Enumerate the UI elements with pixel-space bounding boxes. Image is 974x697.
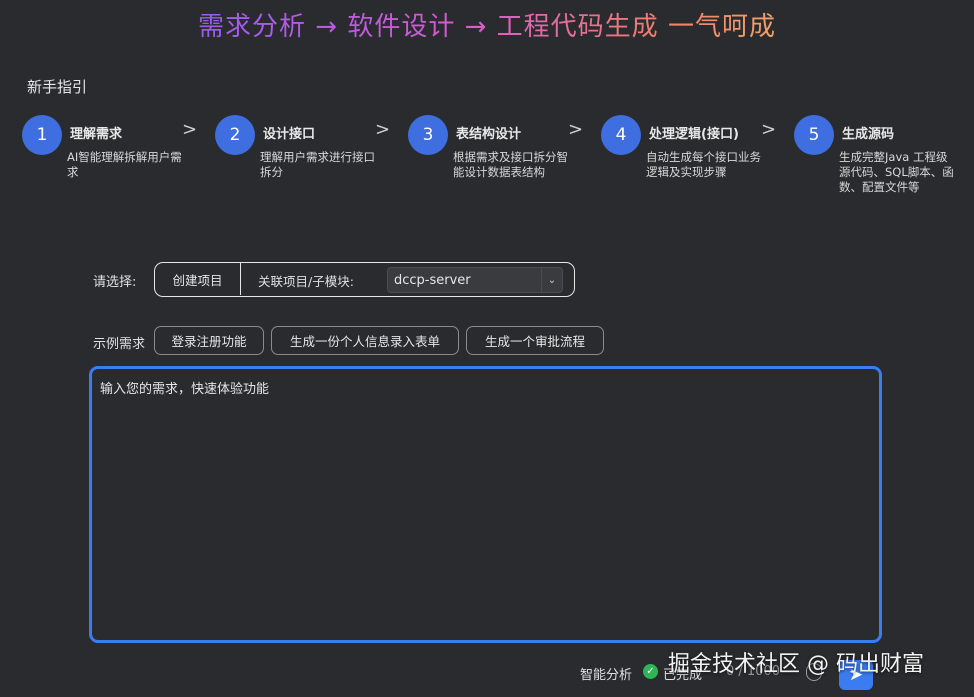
step-description: AI智能理解拆解用户需求 [67,150,182,179]
requirement-placeholder: 输入您的需求，快速体验功能 [100,382,270,397]
step-title: 表结构设计 [456,127,522,142]
step-description: 根据需求及接口拆分智能设计数据表结构 [453,150,568,179]
step-title: 理解需求 [70,127,123,142]
check-circle-icon: ✓ [643,664,658,679]
step-separator-icon: > [182,119,198,140]
watermark: 掘金技术社区 @ 码出财富 [668,652,924,677]
step-description: 生成完整Java 工程级源代码、SQL脚本、函数、配置文件等 [839,150,954,194]
module-select[interactable]: dccp-server ⌄ [387,267,563,293]
step-title: 处理逻辑(接口) [649,127,739,142]
step-description: 理解用户需求进行接口拆分 [260,150,375,179]
example-chip-form[interactable]: 生成一份个人信息录入表单 [271,326,459,355]
example-chip-login[interactable]: 登录注册功能 [154,326,264,355]
step-title: 设计接口 [263,127,316,142]
step-separator-icon: > [568,119,584,140]
select-label: 请选择: [93,275,137,290]
guide-title: 新手指引 [27,78,88,96]
module-select-value: dccp-server [394,273,471,288]
step-number: 2 [215,115,255,155]
requirement-input[interactable]: 输入您的需求，快速体验功能 [89,366,882,643]
ai-analysis-label: 智能分析 [580,668,633,683]
chevron-down-icon[interactable]: ⌄ [541,268,562,292]
hero-title: 需求分析 → 软件设计 → 工程代码生成 一气呵成 [198,12,776,42]
project-select-box: 创建项目 关联项目/子模块: dccp-server ⌄ [154,262,575,297]
step-number: 4 [601,115,641,155]
step-description: 自动生成每个接口业务逻辑及实现步骤 [646,150,761,179]
examples-label: 示例需求 [93,337,146,352]
step-number: 3 [408,115,448,155]
step-separator-icon: > [761,119,777,140]
example-chip-approval[interactable]: 生成一个审批流程 [466,326,604,355]
link-module-label: 关联项目/子模块: [258,274,354,289]
step-number: 5 [794,115,834,155]
step-number: 1 [22,115,62,155]
step-separator-icon: > [375,119,391,140]
create-project-button[interactable]: 创建项目 [155,263,241,295]
step-title: 生成源码 [842,127,895,142]
